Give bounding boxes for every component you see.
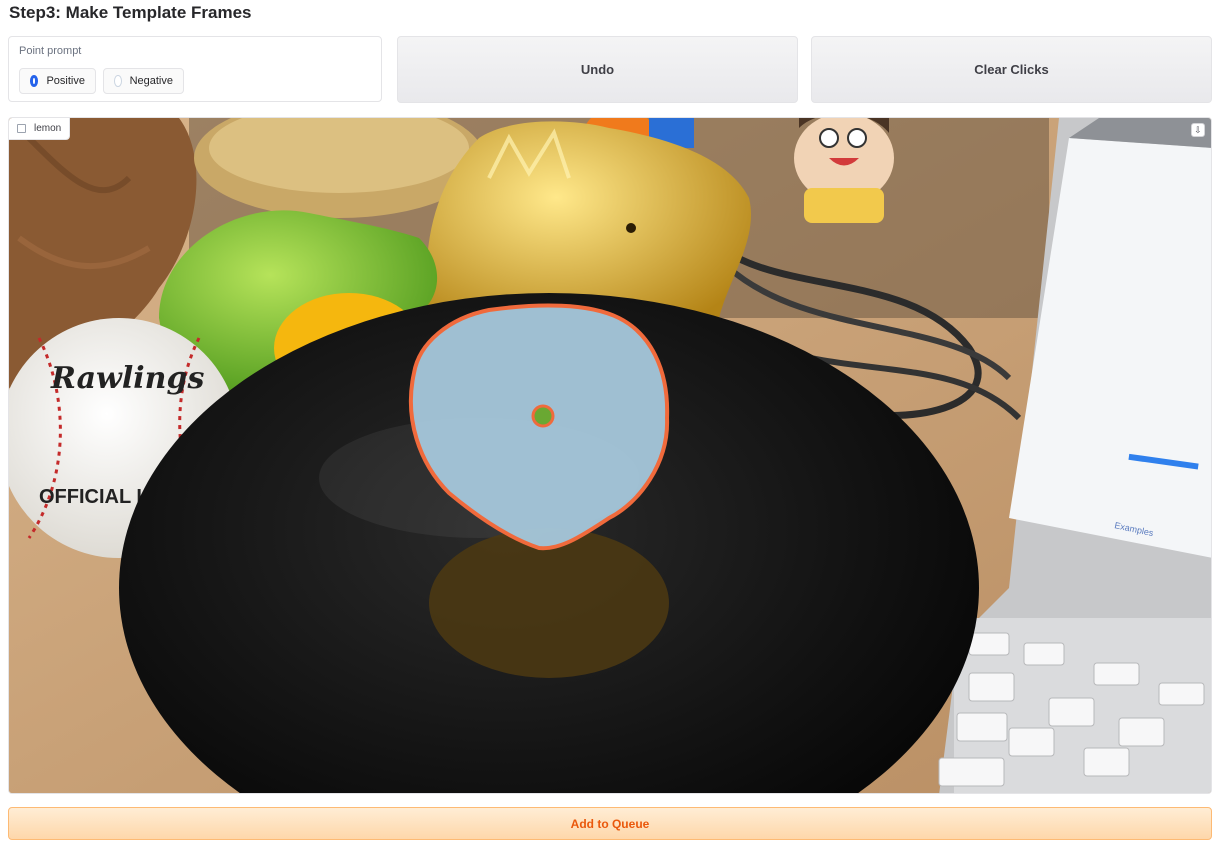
segmentation-image[interactable]: Rawlings OFFICIAL LEAGUE Examples lemon … — [8, 117, 1212, 794]
download-icon[interactable]: ⇩ — [1191, 123, 1205, 137]
radio-unselected-icon — [114, 75, 122, 87]
radio-negative[interactable]: Negative — [103, 68, 184, 94]
page-title: Step3: Make Template Frames — [9, 3, 252, 22]
point-prompt-label: Point prompt — [19, 45, 82, 57]
radio-negative-label: Negative — [129, 75, 173, 87]
point-prompt-group: Point prompt Positive Negative — [8, 36, 382, 102]
radio-selected-icon — [30, 75, 39, 87]
ball-brand-text: Rawlings — [50, 361, 204, 396]
undo-button[interactable]: Undo — [397, 36, 798, 103]
keyboard — [938, 618, 1211, 793]
image-icon — [17, 124, 26, 133]
radio-positive[interactable]: Positive — [19, 68, 96, 94]
clear-clicks-button[interactable]: Clear Clicks — [811, 36, 1212, 103]
add-to-queue-button[interactable]: Add to Queue — [8, 807, 1212, 840]
radio-positive-label: Positive — [46, 75, 85, 87]
image-label-text: lemon — [34, 123, 62, 134]
image-label: lemon — [9, 118, 71, 140]
positive-click-point — [531, 404, 555, 428]
lemon-reflection — [429, 528, 669, 678]
scene-image[interactable]: Rawlings OFFICIAL LEAGUE Examples — [9, 118, 1212, 794]
